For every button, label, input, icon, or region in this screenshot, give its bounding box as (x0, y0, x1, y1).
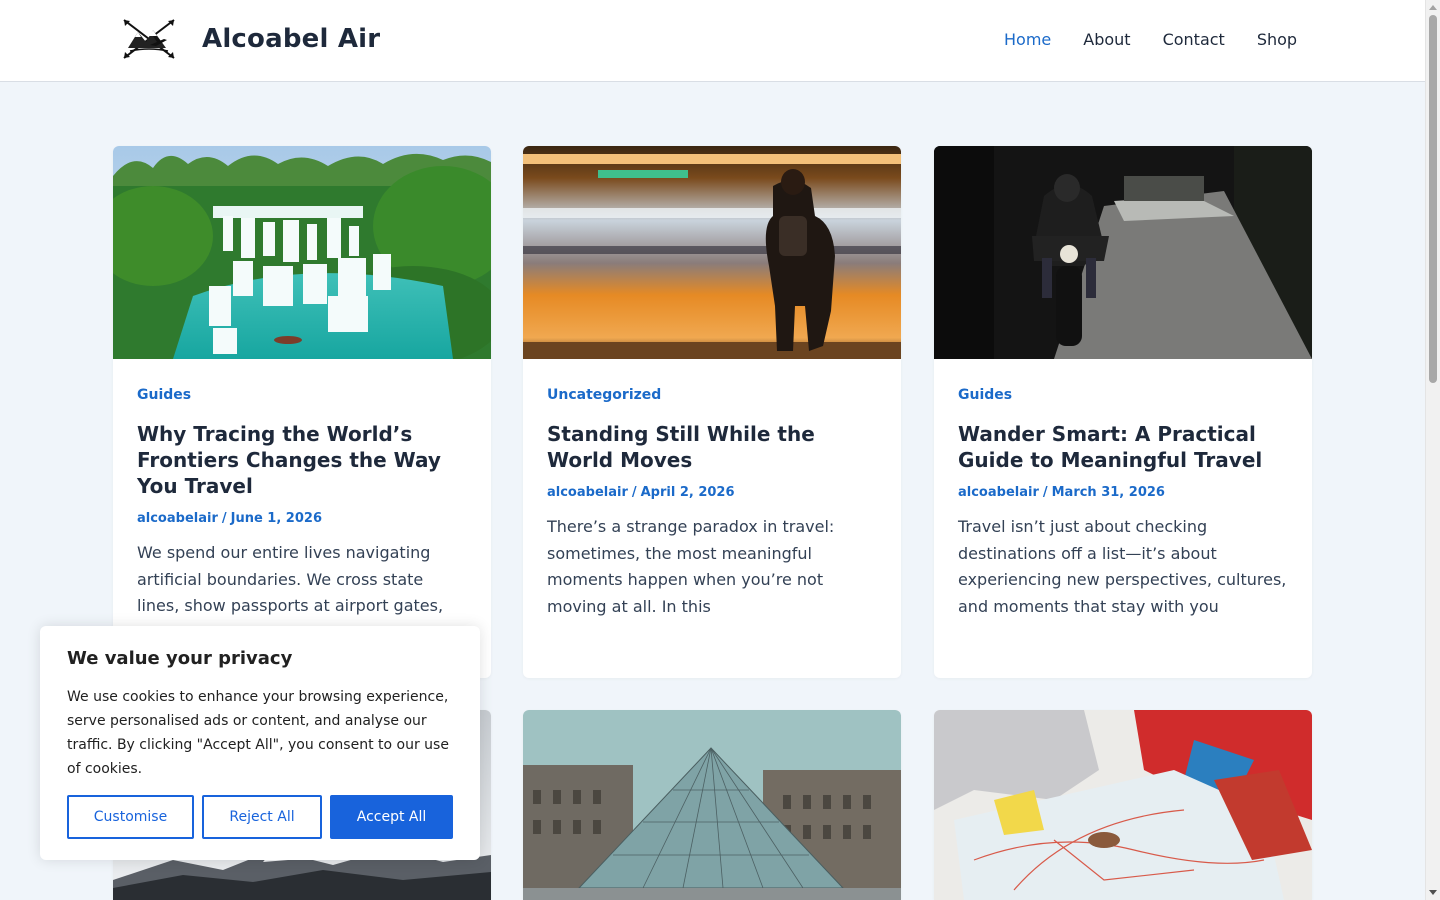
site-logo-icon[interactable] (120, 18, 178, 60)
post-excerpt: We spend our entire lives navigating art… (137, 543, 444, 615)
page-scrollbar[interactable] (1425, 0, 1440, 900)
post-card (523, 710, 901, 900)
nav-contact[interactable]: Contact (1163, 30, 1225, 49)
cookie-banner-title: We value your privacy (67, 648, 293, 669)
post-title[interactable]: Why Tracing the World’s Frontiers Change… (137, 421, 467, 499)
post-category[interactable]: Uncategorized (547, 387, 877, 403)
nav-about[interactable]: About (1083, 30, 1130, 49)
meta-separator: / (221, 511, 227, 526)
post-title[interactable]: Wander Smart: A Practical Guide to Meani… (958, 421, 1288, 473)
post-date[interactable]: June 1, 2026 (231, 511, 322, 526)
post-meta: alcoabelair / June 1, 2026 (137, 511, 467, 526)
post-date[interactable]: April 2, 2026 (641, 485, 735, 500)
post-card (934, 710, 1312, 900)
motorcycle-road-photo[interactable] (934, 146, 1312, 359)
site-header: Alcoabel Air Home About Contact Shop (0, 0, 1425, 82)
main-nav: Home About Contact Shop (1004, 30, 1297, 49)
nav-home[interactable]: Home (1004, 30, 1051, 49)
post-card: Guides Wander Smart: A Practical Guide t… (934, 146, 1312, 678)
post-category[interactable]: Guides (137, 387, 467, 403)
customise-button[interactable]: Customise (67, 795, 194, 839)
post-category[interactable]: Guides (958, 387, 1288, 403)
post-author[interactable]: alcoabelair (958, 485, 1039, 500)
post-title[interactable]: Standing Still While the World Moves (547, 421, 877, 473)
train-platform-photo[interactable] (523, 146, 901, 359)
accept-all-button[interactable]: Accept All (330, 795, 453, 839)
cookie-banner-buttons: Customise Reject All Accept All (67, 795, 453, 839)
post-meta: alcoabelair / April 2, 2026 (547, 485, 877, 500)
scroll-down-arrow-icon[interactable] (1429, 890, 1437, 895)
cookie-banner-text: We use cookies to enhance your browsing … (67, 689, 449, 777)
post-meta: alcoabelair / March 31, 2026 (958, 485, 1288, 500)
brand[interactable]: Alcoabel Air (120, 18, 380, 60)
post-excerpt: Travel isn’t just about checking destina… (958, 517, 1287, 616)
post-author[interactable]: alcoabelair (137, 511, 218, 526)
post-excerpt: There’s a strange paradox in travel: som… (547, 517, 835, 616)
map-reading-photo[interactable] (934, 710, 1312, 900)
post-author[interactable]: alcoabelair (547, 485, 628, 500)
reject-all-button[interactable]: Reject All (202, 795, 322, 839)
scroll-up-arrow-icon[interactable] (1429, 5, 1437, 10)
waterfall-photo[interactable] (113, 146, 491, 359)
post-card: Uncategorized Standing Still While the W… (523, 146, 901, 678)
site-title[interactable]: Alcoabel Air (202, 24, 380, 54)
cookie-consent-banner: We value your privacy We use cookies to … (40, 626, 480, 860)
nav-shop[interactable]: Shop (1257, 30, 1297, 49)
post-card: Guides Why Tracing the World’s Frontiers… (113, 146, 491, 678)
meta-separator: / (1042, 485, 1048, 500)
post-date[interactable]: March 31, 2026 (1052, 485, 1165, 500)
scrollbar-thumb[interactable] (1429, 15, 1437, 383)
louvre-pyramid-photo[interactable] (523, 710, 901, 900)
meta-separator: / (631, 485, 637, 500)
